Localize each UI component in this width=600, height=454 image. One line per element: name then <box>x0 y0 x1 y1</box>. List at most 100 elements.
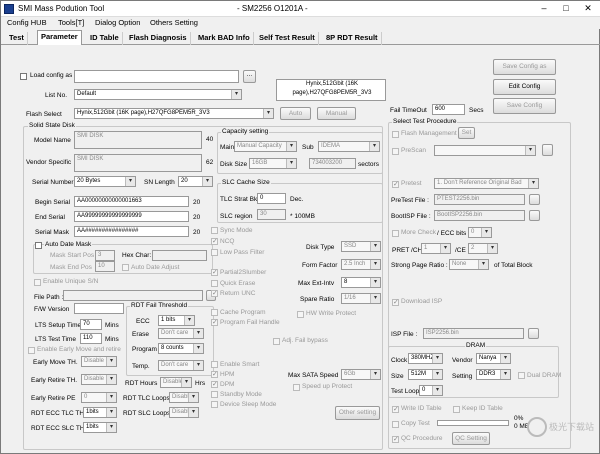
model-name-input[interactable]: SMI DISK <box>74 131 202 149</box>
maximize-button[interactable]: □ <box>555 1 577 16</box>
form-factor-select[interactable]: 2.5 Inch <box>341 259 381 270</box>
load-config-checkbox[interactable] <box>20 73 27 80</box>
tab-mark-bad-info[interactable]: Mark BAD Info <box>195 32 254 45</box>
save-config-as-button[interactable]: Save Config as <box>493 59 556 75</box>
mask-end-pos-input[interactable]: 10 <box>95 261 115 272</box>
early-move-select[interactable]: Disable <box>81 356 117 367</box>
tlc-strat-input[interactable]: 0 <box>257 193 286 204</box>
rdt-program-select[interactable]: 8 counts <box>158 343 204 354</box>
rdt-erase-select[interactable]: Don't care <box>158 328 204 339</box>
menu-others-setting[interactable]: Others Setting <box>150 18 198 27</box>
menu-tools[interactable]: Tools[T] <box>58 18 84 27</box>
prescan-checkbox[interactable] <box>392 148 399 155</box>
dram-setting-select[interactable]: DDR3 <box>476 369 511 380</box>
save-config-button[interactable]: Save Config <box>493 98 556 114</box>
list-no-select[interactable]: Default <box>74 89 242 100</box>
mask-start-pos-input[interactable]: 3 <box>95 250 115 261</box>
tab-flash-diagnosis[interactable]: Flash Diagnosis <box>126 32 191 45</box>
serial-number-select[interactable]: 20 Bytes <box>74 176 136 187</box>
tab-id-table[interactable]: ID Table <box>87 32 123 45</box>
sub-capacity-select[interactable]: IDEMA <box>318 141 380 152</box>
pret-ch-select[interactable]: 1 <box>421 243 451 254</box>
enable-early-move-checkbox[interactable] <box>28 347 35 354</box>
auto-button[interactable]: Auto <box>280 107 311 120</box>
close-button[interactable]: ✕ <box>577 1 599 16</box>
begin-serial-input[interactable]: AA00000000000001663 <box>74 196 189 207</box>
strong-page-select[interactable]: None <box>449 259 489 270</box>
program-fail-handle-checkbox[interactable] <box>211 318 218 326</box>
quick-erase-checkbox[interactable] <box>211 280 218 287</box>
prescan-select[interactable] <box>434 145 536 156</box>
download-isp-checkbox[interactable] <box>392 298 399 306</box>
qc-procedure-checkbox[interactable] <box>392 435 399 443</box>
menu-dialog-option[interactable]: Dialog Option <box>95 18 140 27</box>
write-id-table-checkbox[interactable] <box>392 405 399 413</box>
serial-mask-input[interactable]: AA################ <box>74 226 189 237</box>
sectors-input[interactable]: 734003200 <box>309 158 356 169</box>
rdt-ecc-select[interactable]: 1 bits <box>158 315 195 326</box>
dpm-checkbox[interactable] <box>211 380 218 388</box>
keep-id-table-checkbox[interactable] <box>453 406 460 413</box>
auto-date-mask-checkbox[interactable] <box>35 242 42 249</box>
flash-management-set-button[interactable]: Set <box>458 127 475 139</box>
fail-timeout-input[interactable]: 600 <box>432 104 465 115</box>
ecc-bits-select[interactable]: 0 <box>468 227 492 238</box>
isp-file-input[interactable]: ISP2256.bin <box>423 328 524 339</box>
isp-file-browse-button[interactable] <box>528 328 539 339</box>
dual-dram-checkbox[interactable] <box>518 372 525 379</box>
rdt-ecc-tlc-select[interactable]: 1bits <box>83 407 117 418</box>
spare-ratio-select[interactable]: 1/16 <box>341 293 381 304</box>
tab-parameter[interactable]: Parameter <box>37 30 82 45</box>
vendor-specific-input[interactable]: SMI DISK <box>74 154 202 172</box>
auto-date-adjust-checkbox[interactable] <box>122 264 129 271</box>
fw-version-input[interactable] <box>74 303 124 314</box>
tab-8p-rdt-result[interactable]: 8P RDT Result <box>323 32 382 45</box>
sync-mode-checkbox[interactable] <box>211 227 218 234</box>
dram-size-select[interactable]: 512M <box>408 369 443 380</box>
tab-test[interactable]: Test <box>6 32 28 45</box>
prescan-browse-button[interactable] <box>542 144 553 156</box>
speed-up-protect-checkbox[interactable] <box>293 384 300 391</box>
max-sata-speed-select[interactable]: 6Gb <box>341 369 381 380</box>
bootisp-file-input[interactable]: BootISP2256.bin <box>434 210 525 221</box>
ncq-checkbox[interactable] <box>211 237 218 245</box>
adj-fail-bypass-checkbox[interactable] <box>273 338 280 345</box>
pretest-file-browse-button[interactable] <box>529 194 540 205</box>
edit-config-button[interactable]: Edit Config <box>493 79 556 95</box>
slc-region-input[interactable]: 30 <box>257 209 286 220</box>
qc-setting-button[interactable]: QC Setting <box>452 432 490 445</box>
file-path-input[interactable] <box>63 290 203 301</box>
tab-self-test-result[interactable]: Self Test Result <box>256 32 319 45</box>
main-capacity-select[interactable]: Manual Capacity <box>234 141 297 152</box>
sn-length-select[interactable]: 20 <box>178 176 213 187</box>
early-retire-select[interactable]: Disable <box>81 374 117 385</box>
enable-unique-sn-checkbox[interactable] <box>34 279 41 286</box>
enable-smart-checkbox[interactable] <box>211 361 218 368</box>
flash-select-dropdown[interactable]: Hynix,512Gbit (16K page),H27QFG8PEM5R_3V… <box>74 108 274 119</box>
copy-test-checkbox[interactable] <box>392 421 399 428</box>
pretest-checkbox[interactable] <box>392 180 399 188</box>
pretest-select[interactable]: 1. Don't Reference Original Bad <box>434 178 539 189</box>
load-config-input[interactable] <box>74 70 239 83</box>
rdt-temp-select[interactable]: Don't care <box>158 360 204 371</box>
dram-clock-select[interactable]: 380MHZ <box>408 353 443 364</box>
disk-type-select[interactable]: SSD <box>341 241 381 252</box>
minimize-button[interactable]: – <box>533 1 555 16</box>
hex-char-input[interactable] <box>152 250 207 261</box>
menu-config-hub[interactable]: Config HUB <box>7 18 47 27</box>
partial2slumber-checkbox[interactable] <box>211 268 218 276</box>
dram-vendor-select[interactable]: Nanya <box>476 353 511 364</box>
max-ext-intv-select[interactable]: 8 <box>341 277 381 288</box>
other-setting-button[interactable]: Other setting <box>335 406 380 420</box>
low-pass-filter-checkbox[interactable] <box>211 249 218 256</box>
end-serial-input[interactable]: AA99999999999999999 <box>74 211 189 222</box>
lts-test-input[interactable]: 110 <box>80 333 102 344</box>
manual-button[interactable]: Manual <box>317 107 356 120</box>
early-retire-pe-select[interactable]: 0 <box>81 392 117 403</box>
rdt-slc-loops-select[interactable]: Disable <box>169 407 199 418</box>
rdt-hours-select[interactable]: Disable <box>160 377 192 388</box>
test-loop-select[interactable]: 0 <box>419 385 443 396</box>
hpm-checkbox[interactable] <box>211 370 218 378</box>
rdt-tlc-loops-select[interactable]: Disable <box>169 392 199 403</box>
standby-mode-checkbox[interactable] <box>211 391 218 398</box>
